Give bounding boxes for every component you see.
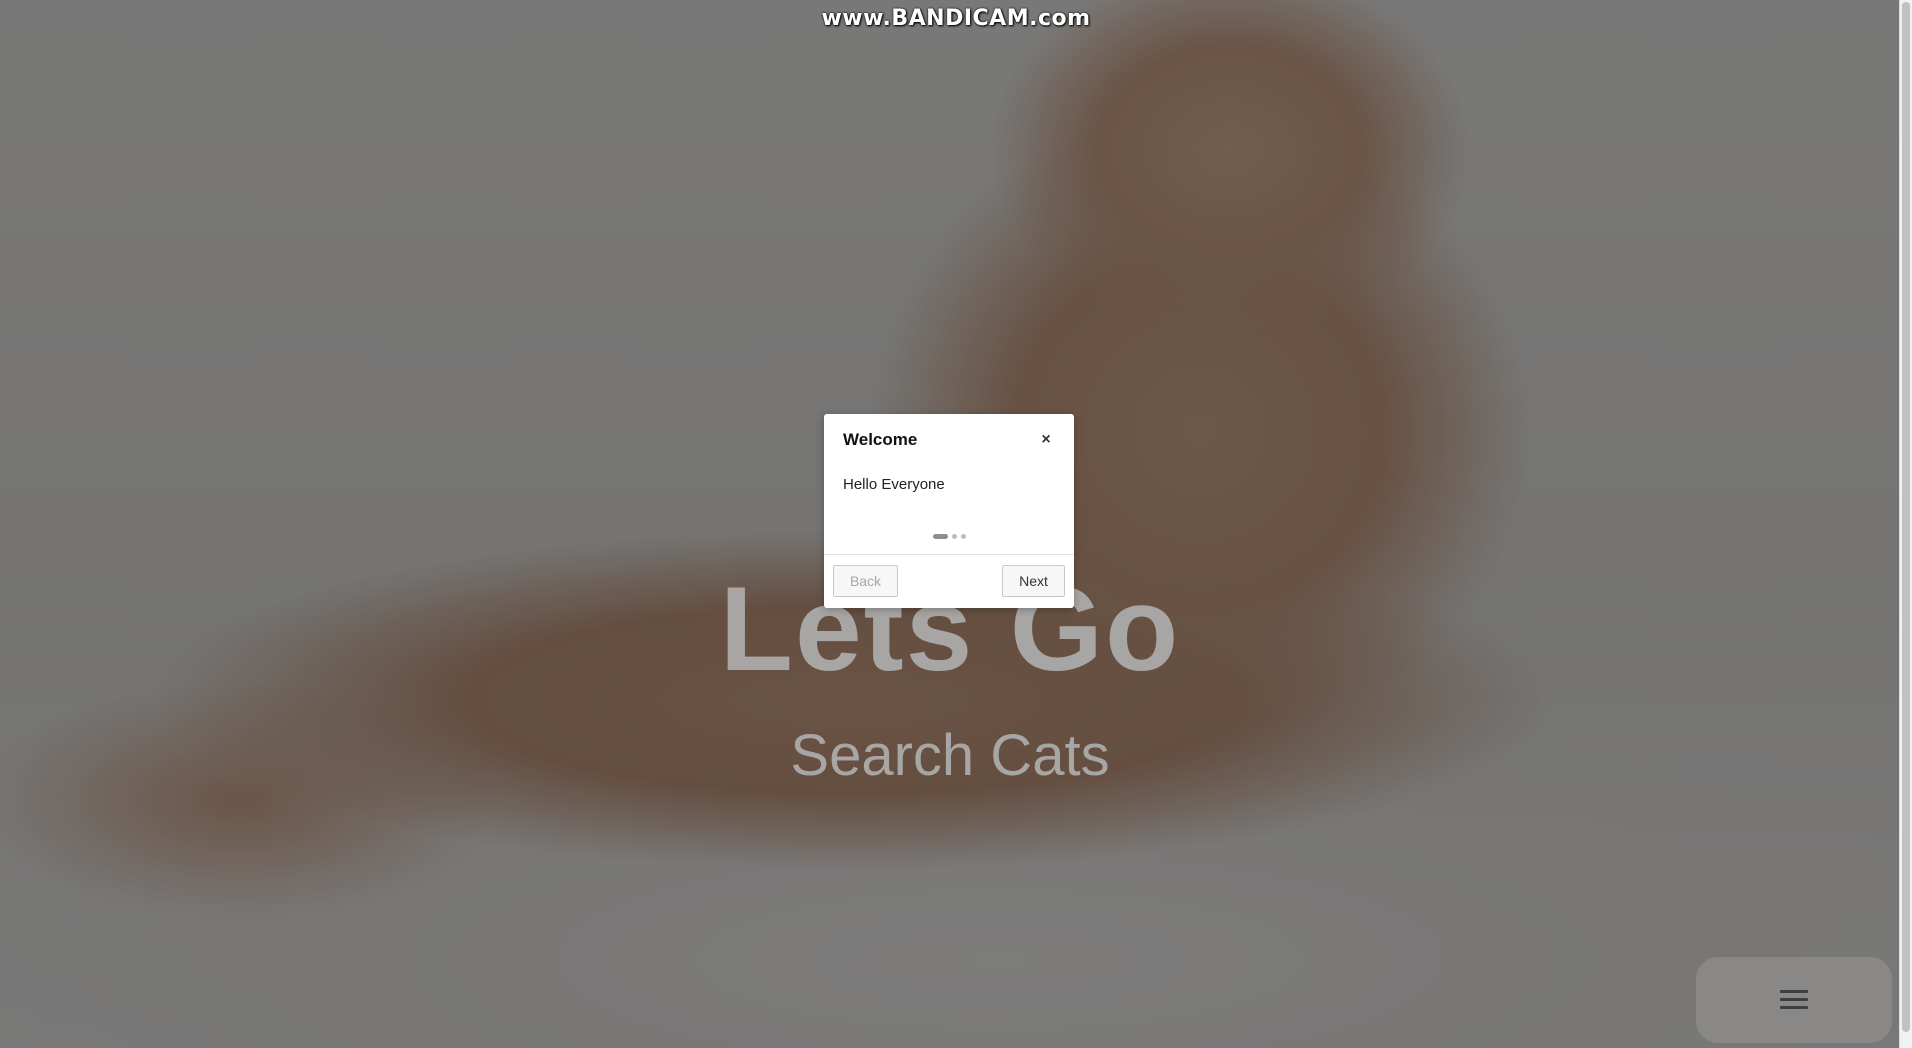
dialog-body-text: Hello Everyone <box>843 476 945 493</box>
dialog-divider <box>824 554 1074 555</box>
hamburger-menu-icon <box>1780 990 1808 1010</box>
page: www.BANDICAM.com Lets Go Search Cats Wel… <box>0 0 1912 1048</box>
vertical-scrollbar[interactable] <box>1899 0 1912 1048</box>
step-dot-1[interactable] <box>932 533 948 539</box>
dialog-title: Welcome <box>843 430 918 449</box>
back-button[interactable]: Back <box>833 565 898 597</box>
hero-subtitle: Search Cats <box>790 723 1110 788</box>
step-dot-3[interactable] <box>960 533 966 539</box>
menu-button[interactable] <box>1696 957 1892 1043</box>
next-button[interactable]: Next <box>1002 565 1065 597</box>
close-icon[interactable]: × <box>1038 432 1054 448</box>
recording-watermark: www.BANDICAM.com <box>821 6 1091 31</box>
step-dot-2[interactable] <box>951 533 957 539</box>
scrollbar-thumb[interactable] <box>1902 2 1910 1032</box>
step-indicator <box>824 533 1074 539</box>
welcome-tour-dialog: Welcome × Hello Everyone Back Next <box>824 414 1074 608</box>
